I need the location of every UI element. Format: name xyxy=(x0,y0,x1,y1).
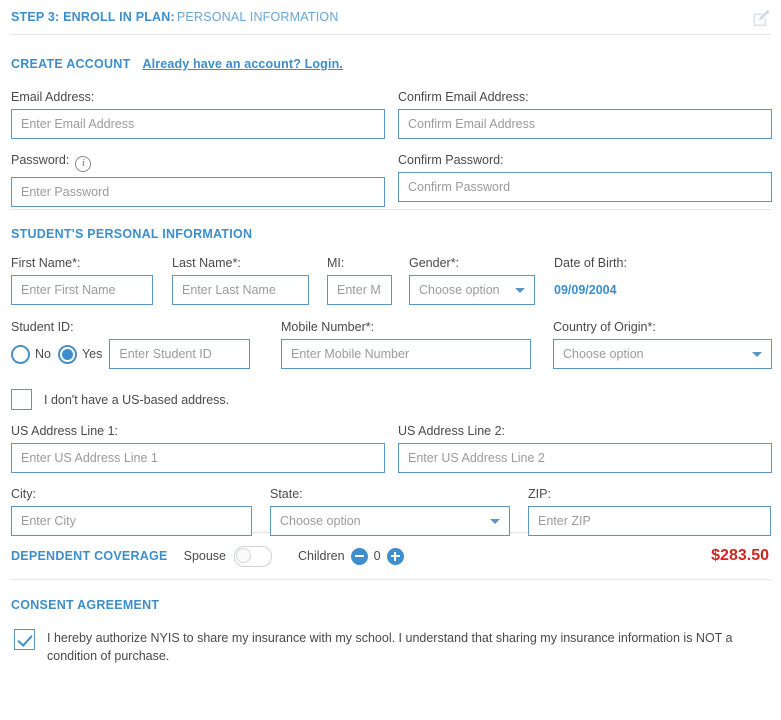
password-label: Password: i xyxy=(11,153,385,172)
create-account-heading-row: CREATE ACCOUNT Already have an account? … xyxy=(11,49,770,79)
confirm-email-input[interactable] xyxy=(398,109,772,139)
no-us-address-checkbox[interactable] xyxy=(11,389,32,410)
address2-field-group: US Address Line 2: xyxy=(398,424,772,473)
consent-checkbox[interactable] xyxy=(14,629,35,650)
address1-field-group: US Address Line 1: xyxy=(11,424,385,473)
first-name-input[interactable] xyxy=(11,275,153,305)
info-circle-icon[interactable]: i xyxy=(75,156,92,172)
student-id-radio-no[interactable] xyxy=(11,344,30,364)
address2-label: US Address Line 2: xyxy=(398,424,506,438)
country-label: Country of Origin*: xyxy=(553,320,656,334)
address1-input[interactable] xyxy=(11,443,385,473)
zip-field-group: ZIP: xyxy=(528,487,771,536)
mi-input[interactable] xyxy=(327,275,392,305)
chevron-down-icon xyxy=(515,288,525,293)
spouse-toggle-knob xyxy=(236,547,252,563)
children-count: 0 xyxy=(373,549,381,563)
student-id-radio-yes[interactable] xyxy=(57,344,77,364)
mobile-field-group: Mobile Number*: xyxy=(281,320,531,369)
gender-label: Gender*: xyxy=(409,256,460,270)
student-id-controls: No Yes xyxy=(11,339,251,369)
consent-row: I hereby authorize NYIS to share my insu… xyxy=(0,614,781,665)
state-label: State: xyxy=(270,487,303,501)
create-account-title: CREATE ACCOUNT xyxy=(11,57,131,71)
country-field-group: Country of Origin*: Choose option xyxy=(553,320,772,369)
gender-select-value: Choose option xyxy=(419,283,500,297)
spouse-label: Spouse xyxy=(183,549,227,563)
gender-field-group: Gender*: Choose option xyxy=(409,256,535,305)
confirm-password-field-group: Confirm Password: xyxy=(398,153,772,202)
address1-label: US Address Line 1: xyxy=(11,424,119,438)
children-label: Children xyxy=(298,549,345,563)
chevron-down-icon xyxy=(752,352,762,357)
zip-label: ZIP: xyxy=(528,487,551,501)
student-info-title: STUDENT'S PERSONAL INFORMATION xyxy=(11,227,253,241)
dependent-coverage-row: DEPENDENT COVERAGE Spouse Children 0 $28… xyxy=(0,533,781,579)
step-title-strong: STEP 3: ENROLL IN PLAN: xyxy=(11,10,175,24)
consent-title: CONSENT AGREEMENT xyxy=(11,598,160,612)
confirm-password-input[interactable] xyxy=(398,172,772,202)
confirm-email-field-group: Confirm Email Address: xyxy=(398,90,772,139)
consent-text: I hereby authorize NYIS to share my insu… xyxy=(47,631,733,663)
password-input[interactable] xyxy=(11,177,385,207)
student-id-input[interactable] xyxy=(109,339,251,369)
chevron-down-icon xyxy=(490,519,500,524)
account-fields: Email Address: Confirm Email Address: Pa… xyxy=(0,79,781,207)
enrollment-page: STEP 3: ENROLL IN PLAN: PERSONAL INFORMAT… xyxy=(0,0,781,665)
password-label-text: Password: xyxy=(11,153,70,167)
edit-square-icon[interactable] xyxy=(751,8,771,28)
city-field-group: City: xyxy=(11,487,252,536)
total-price: $283.50 xyxy=(711,547,769,564)
mobile-input[interactable] xyxy=(281,339,531,369)
dob-label: Date of Birth: xyxy=(554,256,627,270)
mi-field-group: MI: xyxy=(327,256,392,305)
state-select-value: Choose option xyxy=(280,514,361,528)
student-id-label: Student ID: xyxy=(11,320,74,334)
step-title-light: PERSONAL INFORMATION xyxy=(176,10,339,24)
mobile-label: Mobile Number*: xyxy=(281,320,375,334)
zip-input[interactable] xyxy=(528,506,771,536)
student-id-group: Student ID: No Yes xyxy=(11,320,251,369)
state-field-group: State: Choose option xyxy=(270,487,510,536)
address2-input[interactable] xyxy=(398,443,772,473)
email-field-group: Email Address: xyxy=(11,90,385,139)
city-label: City: xyxy=(11,487,36,501)
last-name-label: Last Name*: xyxy=(172,256,241,270)
first-name-label: First Name*: xyxy=(11,256,81,270)
consent-section: CONSENT AGREEMENT xyxy=(0,580,781,614)
state-select[interactable]: Choose option xyxy=(270,506,510,536)
no-us-address-row: I don't have a US-based address. xyxy=(11,389,229,410)
password-field-group: Password: i xyxy=(11,153,385,207)
mi-label: MI: xyxy=(327,256,345,270)
create-account-section: CREATE ACCOUNT Already have an account? … xyxy=(0,35,781,79)
city-input[interactable] xyxy=(11,506,252,536)
student-info-section: STUDENT'S PERSONAL INFORMATION xyxy=(0,210,781,243)
email-input[interactable] xyxy=(11,109,385,139)
minus-circle-icon[interactable] xyxy=(350,547,368,565)
student-id-radio-no-label: No xyxy=(35,347,51,361)
country-select[interactable]: Choose option xyxy=(553,339,772,369)
confirm-email-label: Confirm Email Address: xyxy=(398,90,529,104)
page-title: STEP 3: ENROLL IN PLAN: PERSONAL INFORMAT… xyxy=(11,10,339,24)
last-name-input[interactable] xyxy=(172,275,309,305)
confirm-password-label: Confirm Password: xyxy=(398,153,504,167)
last-name-field-group: Last Name*: xyxy=(172,256,309,305)
dependent-coverage-title: DEPENDENT COVERAGE xyxy=(11,549,168,563)
gender-select[interactable]: Choose option xyxy=(409,275,535,305)
email-label: Email Address: xyxy=(11,90,95,104)
country-select-value: Choose option xyxy=(563,347,644,361)
no-us-address-label: I don't have a US-based address. xyxy=(44,392,230,407)
plus-circle-icon[interactable] xyxy=(386,547,404,565)
login-link[interactable]: Already have an account? Login. xyxy=(142,57,343,71)
student-id-radio-yes-label: Yes xyxy=(81,347,103,361)
step-header: STEP 3: ENROLL IN PLAN: PERSONAL INFORMAT… xyxy=(0,0,781,34)
student-info-fields: First Name*: Last Name*: MI: Gender*: Ch… xyxy=(0,256,781,536)
dob-value: 09/09/2004 xyxy=(554,283,617,297)
first-name-field-group: First Name*: xyxy=(11,256,153,305)
dob-group: Date of Birth: 09/09/2004 xyxy=(554,256,627,305)
spouse-toggle[interactable] xyxy=(234,545,273,567)
